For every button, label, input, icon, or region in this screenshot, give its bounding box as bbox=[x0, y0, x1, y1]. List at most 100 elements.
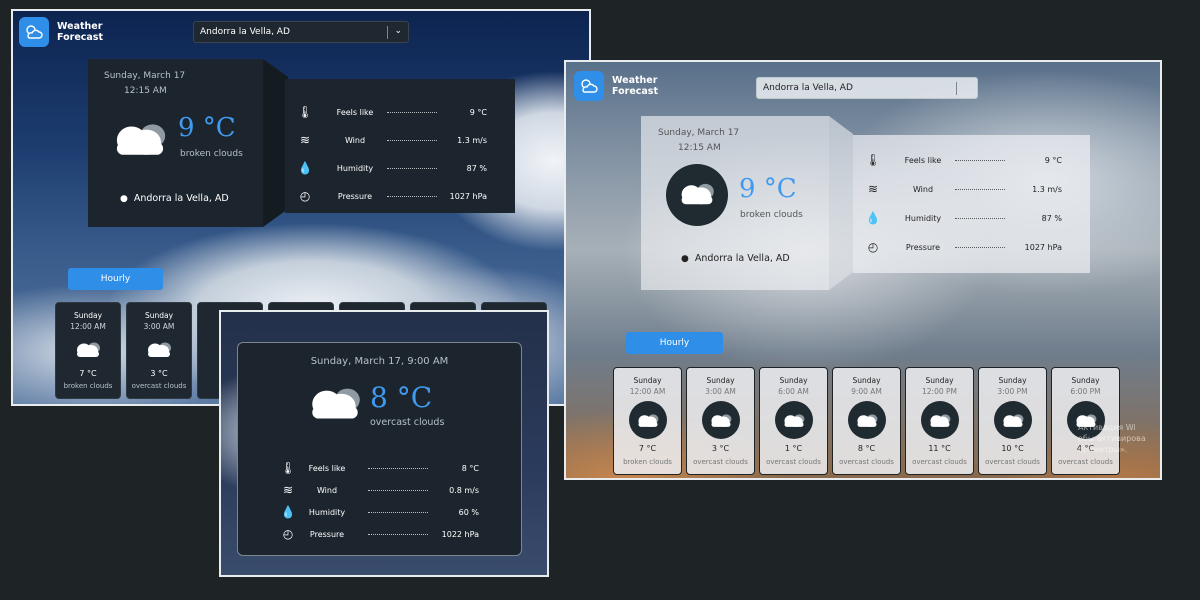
hourly-day: Sunday bbox=[925, 376, 954, 385]
watermark-line: Активация Wi bbox=[1078, 423, 1136, 432]
city-select[interactable]: Andorra la Vella, AD ⌄ bbox=[193, 21, 409, 43]
detail-label: Humidity bbox=[308, 508, 346, 517]
pressure-gauge-icon: ◴ bbox=[282, 527, 294, 541]
detail-humidity: 💧 Humidity 87 % bbox=[853, 209, 1090, 229]
hourly-card[interactable]: Sunday 12:00 AM 7 °C broken clouds bbox=[613, 367, 682, 475]
details-panel: 🌡 Feels like 9 °C ≋ Wind 1.3 m/s 💧 Humid… bbox=[853, 135, 1090, 273]
humidity-icon: 💧 bbox=[280, 505, 296, 519]
chevron-down-icon[interactable]: ⌄ bbox=[394, 26, 402, 36]
hourly-card[interactable]: Sunday 3:00 AM 3 °C overcast clouds bbox=[126, 302, 192, 399]
hourly-card[interactable]: Sunday 6:00 PM 4 °C overcast clouds bbox=[1051, 367, 1120, 475]
current-temp: 9 °C bbox=[178, 113, 236, 143]
hourly-condition: overcast clouds bbox=[131, 382, 187, 390]
hourly-temp: 11 °C bbox=[928, 444, 951, 453]
dotted-leader bbox=[368, 512, 428, 513]
humidity-icon: 💧 bbox=[865, 211, 881, 225]
hourly-day: Sunday bbox=[73, 311, 103, 320]
hourly-day: Sunday bbox=[1071, 376, 1100, 385]
cloud-icon bbox=[993, 401, 1032, 439]
detail-label: Feels like bbox=[904, 156, 942, 165]
select-divider bbox=[387, 26, 388, 39]
hourly-day: Sunday bbox=[144, 311, 174, 320]
detail-humidity: 💧 Humidity 60 % bbox=[238, 503, 521, 523]
dotted-leader bbox=[955, 189, 1005, 190]
screenshot-hourly-modal: Sunday, March 17, 9:00 AM 8 °C overcast … bbox=[219, 310, 549, 577]
city-select-value: Andorra la Vella, AD bbox=[200, 27, 290, 37]
hourly-temp: 3 °C bbox=[150, 369, 168, 378]
cloud-icon bbox=[144, 339, 174, 359]
cloud-icon bbox=[774, 401, 813, 439]
detail-label: Wind bbox=[344, 136, 366, 145]
detail-pressure: ◴ Pressure 1022 hPa bbox=[238, 525, 521, 545]
hourly-card[interactable]: Sunday 6:00 AM 1 °C overcast clouds bbox=[759, 367, 828, 475]
overcast-clouds-icon bbox=[304, 381, 366, 423]
city-select-value: Andorra la Vella, AD bbox=[763, 83, 853, 93]
app-logo[interactable]: Weather Forecast bbox=[19, 17, 103, 47]
hourly-condition: overcast clouds bbox=[985, 458, 1040, 466]
current-weather-card: Sunday, March 17 12:15 AM 9 °C broken cl… bbox=[641, 116, 829, 290]
hourly-temp: 7 °C bbox=[79, 369, 97, 378]
hourly-condition: overcast clouds bbox=[912, 458, 967, 466]
hourly-temp: 3 °C bbox=[711, 444, 730, 453]
hourly-condition: broken clouds bbox=[63, 382, 113, 390]
hourly-card[interactable]: Sunday 3:00 AM 3 °C overcast clouds bbox=[686, 367, 755, 475]
hourly-time: 3:00 PM bbox=[997, 387, 1028, 396]
detail-label: Feels like bbox=[308, 464, 346, 473]
dotted-leader bbox=[387, 112, 437, 113]
city-select[interactable]: Andorra la Vella, AD bbox=[756, 77, 978, 99]
wind-icon: ≋ bbox=[282, 483, 294, 497]
dotted-leader bbox=[368, 490, 428, 491]
current-condition: broken clouds bbox=[740, 210, 803, 220]
detail-value: 87 % bbox=[1041, 214, 1062, 223]
dotted-leader bbox=[368, 534, 428, 535]
watermark-line: обы активирова bbox=[1078, 434, 1146, 443]
detail-pressure: ◴ Pressure 1027 hPa bbox=[285, 187, 515, 207]
detail-value: 1.3 m/s bbox=[1032, 185, 1062, 194]
detail-pressure: ◴ Pressure 1027 hPa bbox=[853, 238, 1090, 258]
hourly-time: 6:00 AM bbox=[778, 387, 809, 396]
detail-label: Wind bbox=[912, 185, 934, 194]
hourly-time: 3:00 AM bbox=[705, 387, 736, 396]
current-date: Sunday, March 17 bbox=[658, 128, 740, 138]
watermark-line: араметры». bbox=[1078, 445, 1128, 454]
hourly-card[interactable]: Sunday 12:00 AM 7 °C broken clouds bbox=[55, 302, 121, 399]
hourly-time: 12:00 AM bbox=[629, 387, 666, 396]
detail-wind: ≋ Wind 0.8 m/s bbox=[238, 481, 521, 501]
detail-humidity: 💧 Humidity 87 % bbox=[285, 159, 515, 179]
location-pin-icon: ● bbox=[120, 193, 128, 204]
current-location: ● Andorra la Vella, AD bbox=[681, 253, 790, 264]
os-activation-watermark: Активация Wi обы активирова араметры». bbox=[1078, 422, 1156, 455]
detail-label: Pressure bbox=[337, 192, 373, 201]
location-label: Andorra la Vella, AD bbox=[133, 193, 229, 204]
current-time: 12:15 AM bbox=[678, 143, 721, 153]
app-logo[interactable]: Weather Forecast bbox=[574, 71, 658, 101]
hourly-day: Sunday bbox=[852, 376, 881, 385]
hourly-button[interactable]: Hourly bbox=[626, 332, 723, 354]
pressure-gauge-icon: ◴ bbox=[867, 240, 879, 254]
pressure-gauge-icon: ◴ bbox=[299, 189, 311, 203]
detail-label: Feels like bbox=[336, 108, 374, 117]
hourly-temp: 1 °C bbox=[784, 444, 803, 453]
detail-value: 87 % bbox=[466, 164, 487, 173]
card-3d-side bbox=[829, 116, 853, 290]
cloud-icon bbox=[73, 339, 103, 359]
hourly-condition: overcast clouds bbox=[693, 458, 748, 466]
hourly-button[interactable]: Hourly bbox=[68, 268, 163, 290]
detail-value: 0.8 m/s bbox=[449, 486, 479, 495]
detail-label: Pressure bbox=[905, 243, 941, 252]
screenshot-light-theme: Weather Forecast Andorra la Vella, AD Sun… bbox=[564, 60, 1162, 480]
hourly-condition: overcast clouds bbox=[1058, 458, 1113, 466]
wind-icon: ≋ bbox=[867, 182, 879, 196]
hourly-card[interactable]: Sunday 3:00 PM 10 °C overcast clouds bbox=[978, 367, 1047, 475]
cloud-icon bbox=[701, 401, 740, 439]
hourly-temp: 10 °C bbox=[1001, 444, 1024, 453]
wind-icon: ≋ bbox=[299, 133, 311, 147]
hourly-condition: broken clouds bbox=[623, 458, 672, 466]
select-divider bbox=[956, 82, 957, 95]
thermometer-icon: 🌡 bbox=[865, 153, 881, 167]
hourly-card[interactable]: Sunday 9:00 AM 8 °C overcast clouds bbox=[832, 367, 901, 475]
hourly-time: 12:00 AM bbox=[70, 322, 106, 331]
dotted-leader bbox=[387, 140, 437, 141]
thermometer-icon: 🌡 bbox=[280, 461, 296, 475]
hourly-card[interactable]: Sunday 12:00 PM 11 °C overcast clouds bbox=[905, 367, 974, 475]
